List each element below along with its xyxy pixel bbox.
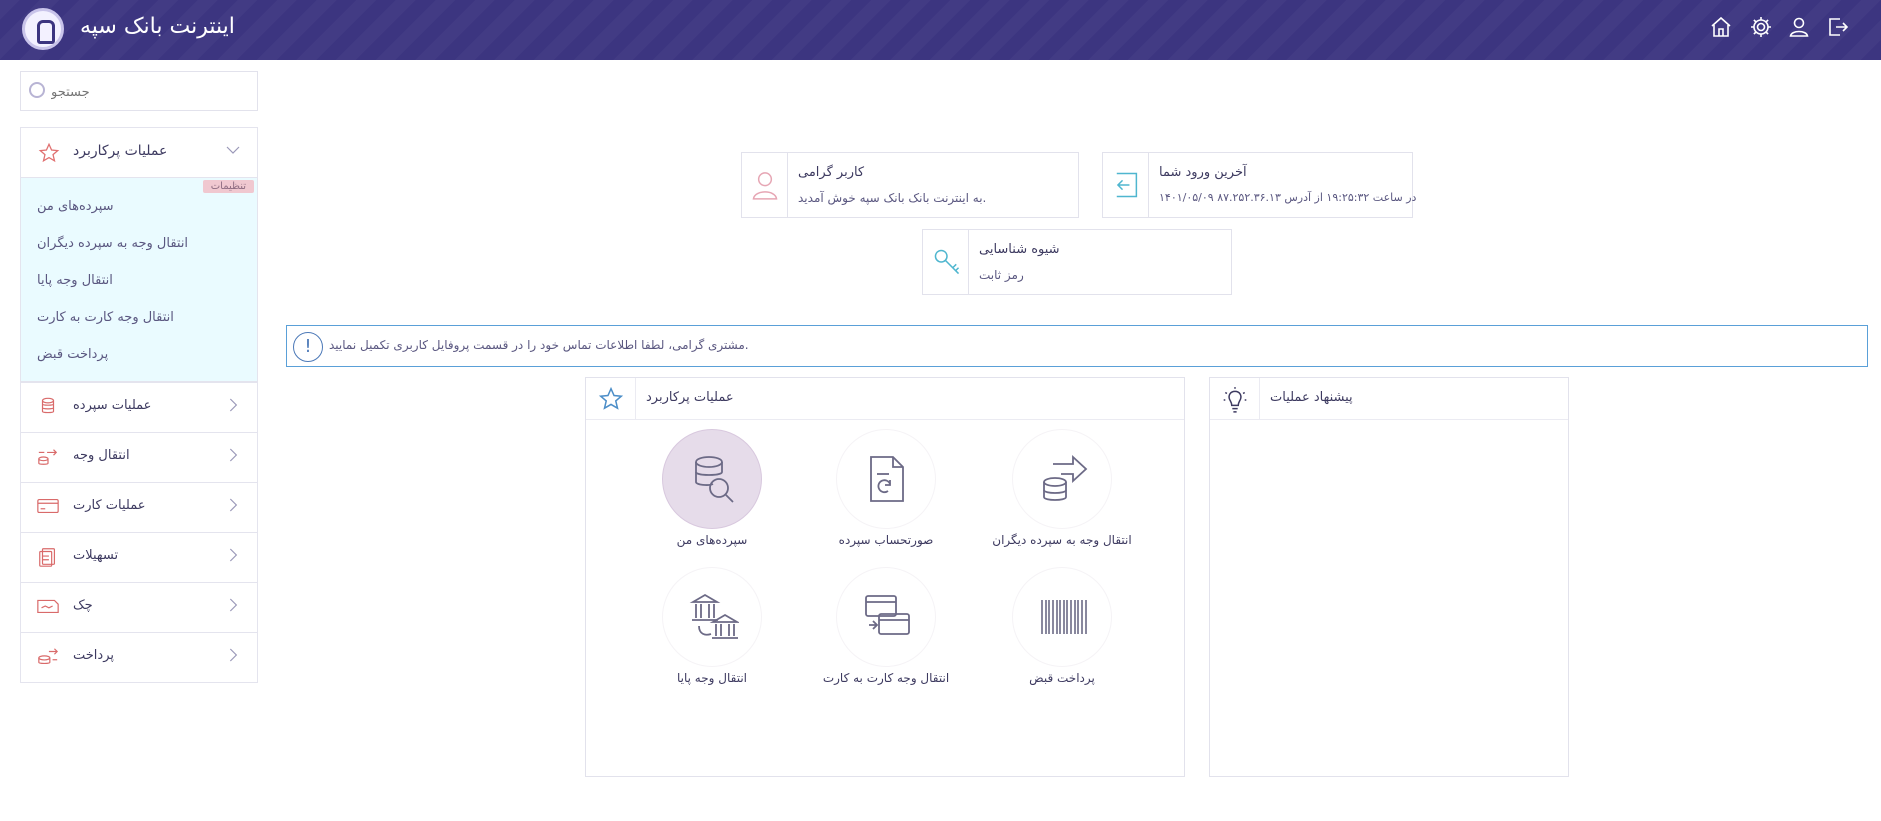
sidebar-sub-item[interactable]: انتقال وجه به سپرده دیگران xyxy=(21,225,257,262)
search-box[interactable] xyxy=(20,71,258,111)
deposit-transfer-icon xyxy=(1012,429,1112,529)
tile-card-to-card[interactable]: انتقال وجه کارت به کارت xyxy=(806,567,966,685)
sidebar-sub-item[interactable]: انتقال وجه پایا xyxy=(21,262,257,299)
login-icon xyxy=(1103,153,1149,217)
suggestions-panel-header: پیشنهاد عملیات xyxy=(1210,378,1568,420)
user-card-text: به اینترنت بانک بانک سپه خوش آمدید. xyxy=(798,191,987,205)
sidebar-item-loan[interactable]: تسهیلات xyxy=(21,533,257,583)
sidebar-sub-item[interactable]: سپرده‌های من xyxy=(21,188,257,225)
cheque-icon xyxy=(35,596,61,620)
payment-icon xyxy=(35,646,61,670)
auth-method-text: رمز ثابت xyxy=(979,268,1024,282)
search-icon xyxy=(29,82,45,98)
home-icon[interactable] xyxy=(1706,15,1736,45)
sidebar-item-transfer[interactable]: انتقال وجه xyxy=(21,433,257,483)
sidebar-item-cheque[interactable]: چک xyxy=(21,583,257,633)
card-icon xyxy=(35,496,61,520)
favorites-panel-title: عملیات پرکاربرد xyxy=(646,390,734,405)
auth-method-title: شیوه شناسایی xyxy=(979,242,1060,257)
statement-icon xyxy=(836,429,936,529)
lightbulb-icon xyxy=(1210,378,1260,420)
tile-paya-transfer[interactable]: انتقال وجه پایا xyxy=(632,567,792,685)
sidebar-item-payment[interactable]: پرداخت xyxy=(21,633,257,683)
sidebar-favorites-label: عملیات پرکاربرد xyxy=(73,143,168,159)
app-title: اینترنت بانک سپه xyxy=(80,14,235,39)
tile-label: انتقال وجه کارت به کارت xyxy=(822,671,950,685)
chevron-right-icon xyxy=(223,496,243,518)
star-icon xyxy=(586,378,636,420)
tile-label: پرداخت قبض xyxy=(1029,671,1095,685)
chevron-right-icon xyxy=(223,396,243,418)
tile-label: سپرده‌های من xyxy=(676,533,748,547)
bank-transfer-icon xyxy=(662,567,762,667)
top-bar: اینترنت بانک سپه xyxy=(0,0,1881,60)
barcode-icon xyxy=(1012,567,1112,667)
bank-logo xyxy=(22,8,64,50)
sidebar-favorites-header[interactable]: عملیات پرکاربرد xyxy=(21,128,257,178)
key-icon xyxy=(923,230,969,294)
profile-alert: ! مشتری گرامی، لطفا اطلاعات تماس خود را … xyxy=(286,325,1868,367)
sidebar-menu: عملیات سپرده انتقال وجه عملیات کارت تسهی… xyxy=(20,382,258,683)
tile-statement[interactable]: صورتحساب سپرده xyxy=(806,429,966,547)
favorites-panel-header: عملیات پرکاربرد xyxy=(586,378,1184,420)
sidebar-item-label: عملیات سپرده xyxy=(73,398,152,413)
suggestions-panel: پیشنهاد عملیات xyxy=(1209,377,1569,777)
alert-text: مشتری گرامی، لطفا اطلاعات تماس خود را در… xyxy=(329,338,749,352)
tile-label: انتقال وجه به سپرده دیگران xyxy=(992,533,1132,547)
suggestions-panel-title: پیشنهاد عملیات xyxy=(1270,390,1353,405)
user-icon[interactable] xyxy=(1784,15,1814,45)
user-welcome-card: کاربر گرامی به اینترنت بانک بانک سپه خوش… xyxy=(741,152,1079,218)
card-transfer-icon xyxy=(836,567,936,667)
tile-label: انتقال وجه پایا xyxy=(676,671,747,685)
chevron-right-icon xyxy=(223,446,243,468)
sidebar-favorites-list: تنظیمات سپرده‌های من انتقال وجه به سپرده… xyxy=(21,178,257,382)
sidebar-item-label: انتقال وجه xyxy=(73,448,130,463)
chevron-right-icon xyxy=(223,646,243,668)
sidebar-item-label: چک xyxy=(73,598,93,613)
sidebar-item-label: تسهیلات xyxy=(73,548,119,563)
user-card-title: کاربر گرامی xyxy=(798,165,865,180)
deposit-search-icon xyxy=(662,429,762,529)
chevron-right-icon xyxy=(223,546,243,568)
sidebar-favorites-group: عملیات پرکاربرد تنظیمات سپرده‌های من انت… xyxy=(20,127,258,382)
settings-badge[interactable]: تنظیمات xyxy=(202,180,254,193)
favorites-panel: عملیات پرکاربرد سپرده‌های من صورتحساب سپ… xyxy=(585,377,1185,777)
loan-icon xyxy=(35,546,61,570)
user-icon xyxy=(742,153,788,217)
transfer-icon xyxy=(35,446,61,470)
chevron-down-icon[interactable] xyxy=(223,141,243,163)
sidebar-sub-item[interactable]: پرداخت قبض xyxy=(21,336,257,373)
tile-transfer-to-others[interactable]: انتقال وجه به سپرده دیگران xyxy=(982,429,1142,547)
tile-label: صورتحساب سپرده xyxy=(838,533,934,547)
auth-method-card: شیوه شناسایی رمز ثابت xyxy=(922,229,1232,295)
last-login-text: ۱۴۰۱/۰۵/۰۹ در ساعت ۱۹:۲۵:۳۲ از آدرس ۸۷.۲… xyxy=(1159,191,1417,204)
tile-my-deposits[interactable]: سپرده‌های من xyxy=(632,429,792,547)
last-login-title: آخرین ورود شما xyxy=(1159,165,1247,180)
exclamation-icon: ! xyxy=(293,332,323,362)
gear-icon[interactable] xyxy=(1746,15,1776,45)
sidebar: عملیات پرکاربرد تنظیمات سپرده‌های من انت… xyxy=(20,127,258,683)
sidebar-item-card[interactable]: عملیات کارت xyxy=(21,483,257,533)
chevron-right-icon xyxy=(223,596,243,618)
logout-icon[interactable] xyxy=(1823,15,1853,45)
sidebar-item-deposit[interactable]: عملیات سپرده xyxy=(21,383,257,433)
search-input[interactable] xyxy=(51,80,251,104)
sidebar-item-label: عملیات کارت xyxy=(73,498,146,513)
last-login-card: آخرین ورود شما ۱۴۰۱/۰۵/۰۹ در ساعت ۱۹:۲۵:… xyxy=(1102,152,1417,218)
coins-icon xyxy=(35,396,61,420)
sidebar-item-label: پرداخت xyxy=(73,648,114,663)
star-icon xyxy=(37,142,61,164)
tile-bill-payment[interactable]: پرداخت قبض xyxy=(982,567,1142,685)
sidebar-sub-item[interactable]: انتقال وجه کارت به کارت xyxy=(21,299,257,336)
